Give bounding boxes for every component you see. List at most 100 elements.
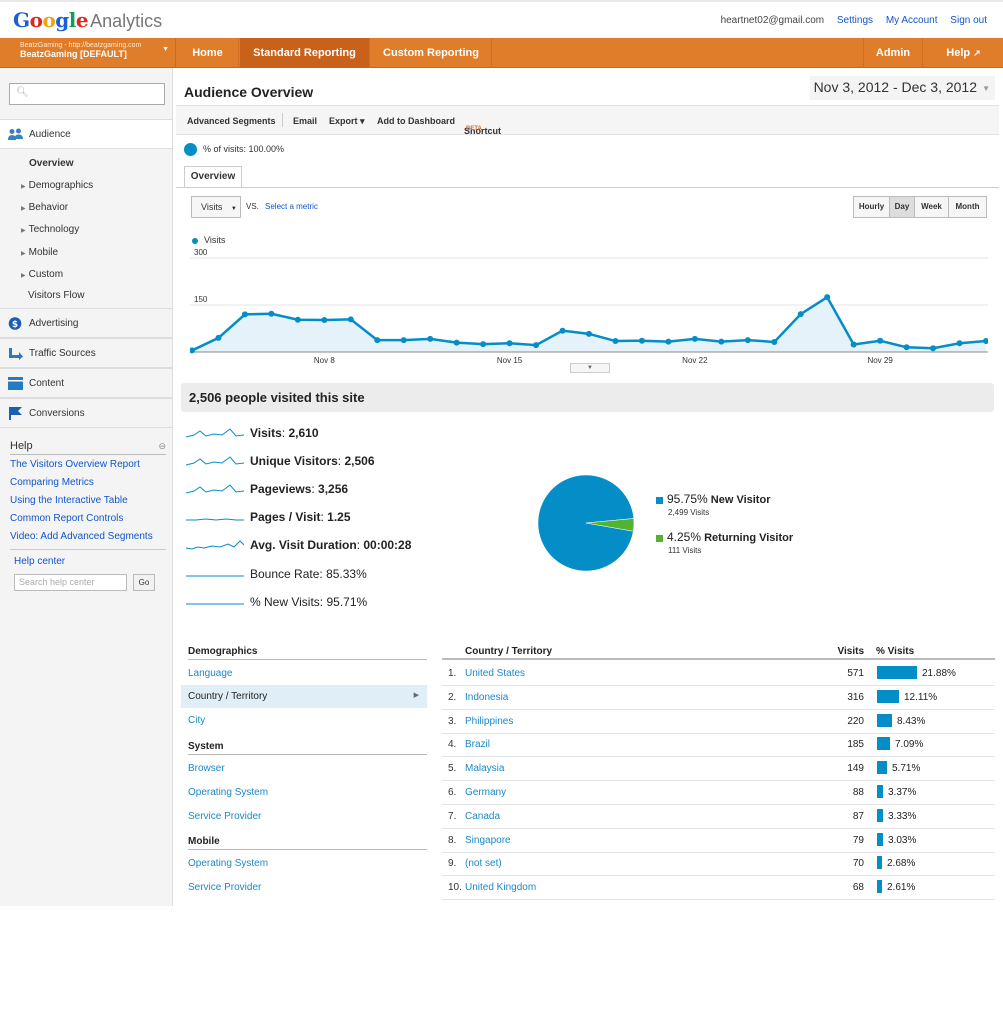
data-point[interactable] xyxy=(347,316,354,323)
visits-line-chart[interactable]: 150 300 Nov 8 Nov 15 Nov 22 Nov 29 xyxy=(190,248,988,366)
table-row[interactable]: 10. United Kingdom 68 2.61% xyxy=(442,876,995,901)
help-search-input[interactable]: Search help center xyxy=(14,574,127,591)
data-point[interactable] xyxy=(215,334,222,341)
row-country-link[interactable]: (not set) xyxy=(465,858,502,869)
table-row[interactable]: 6. Germany 88 3.37% xyxy=(442,781,995,805)
table-row[interactable]: 7. Canada 87 3.33% xyxy=(442,805,995,829)
row-country-link[interactable]: United Kingdom xyxy=(465,882,536,893)
system-provider-link[interactable]: Service Provider xyxy=(188,811,261,822)
nav-help[interactable]: Help ↗ xyxy=(924,38,1003,68)
data-point[interactable] xyxy=(718,338,725,345)
system-browser-link[interactable]: Browser xyxy=(188,763,225,774)
add-to-dashboard-button[interactable]: Add to Dashboard xyxy=(377,116,455,126)
table-row[interactable]: 2. Indonesia 316 12.11% xyxy=(442,686,995,710)
table-row[interactable]: 3. Philippines 220 8.43% xyxy=(442,710,995,734)
help-link[interactable]: Using the Interactive Table xyxy=(10,495,128,506)
data-point[interactable] xyxy=(268,310,275,317)
col-pct-visits-header[interactable]: % Visits xyxy=(876,646,914,657)
sidebar-sub-technology[interactable]: ▶ Technology xyxy=(21,224,79,235)
data-point[interactable] xyxy=(321,317,328,324)
visitor-type-pie-chart[interactable] xyxy=(536,473,636,573)
data-point[interactable] xyxy=(533,342,540,349)
data-point[interactable] xyxy=(665,338,672,345)
table-row[interactable]: 1. United States 571 21.88% xyxy=(442,662,995,686)
data-point[interactable] xyxy=(956,340,963,347)
data-point[interactable] xyxy=(294,316,301,323)
table-row[interactable]: 9. (not set) 70 2.68% xyxy=(442,852,995,877)
stat-visits[interactable]: Visits: 2,610 xyxy=(185,426,319,440)
stat-avg-visit-duration[interactable]: Avg. Visit Duration: 00:00:28 xyxy=(185,538,411,552)
export-button[interactable]: Export ▾ xyxy=(329,116,365,127)
granularity-day-button[interactable]: Day xyxy=(889,196,915,218)
help-link[interactable]: Comparing Metrics xyxy=(10,477,94,488)
data-point[interactable] xyxy=(480,341,487,348)
data-point[interactable] xyxy=(506,340,513,347)
data-point[interactable] xyxy=(797,311,804,318)
google-analytics-logo[interactable]: Google Analytics xyxy=(13,8,162,33)
collapse-icon[interactable]: ⊖ xyxy=(158,441,166,452)
data-point[interactable] xyxy=(771,338,778,345)
nav-standard-reporting[interactable]: Standard Reporting xyxy=(240,38,370,68)
help-center-link[interactable]: Help center xyxy=(14,556,65,567)
data-point[interactable] xyxy=(427,335,434,342)
stat-pages-visit[interactable]: Pages / Visit: 1.25 xyxy=(186,510,351,524)
data-point[interactable] xyxy=(559,327,566,334)
data-point[interactable] xyxy=(453,339,460,346)
row-country-link[interactable]: Canada xyxy=(465,811,500,822)
select-metric-link[interactable]: Select a metric xyxy=(265,202,318,211)
row-country-link[interactable]: Indonesia xyxy=(465,692,508,703)
data-point[interactable] xyxy=(691,335,698,342)
stat-pageviews[interactable]: Pageviews: 3,256 xyxy=(185,482,348,496)
table-row[interactable]: 4. Brazil 185 7.09% xyxy=(442,733,995,758)
sidebar-item-advertising[interactable]: $ Advertising xyxy=(0,308,172,338)
settings-link[interactable]: Settings xyxy=(837,15,873,26)
mobile-os-link[interactable]: Operating System xyxy=(188,858,268,869)
sidebar-sub-mobile[interactable]: ▶ Mobile xyxy=(21,247,58,258)
data-point[interactable] xyxy=(744,337,751,344)
sidebar-sub-overview[interactable]: Overview xyxy=(29,158,73,169)
help-link[interactable]: The Visitors Overview Report xyxy=(10,459,140,470)
nav-custom-reporting[interactable]: Custom Reporting xyxy=(371,38,492,68)
row-country-link[interactable]: Singapore xyxy=(465,835,511,846)
nav-admin[interactable]: Admin xyxy=(863,38,923,68)
chart-expander-handle[interactable]: ▼ xyxy=(570,363,610,373)
sidebar-item-conversions[interactable]: Conversions xyxy=(0,398,172,428)
nav-home[interactable]: Home xyxy=(177,38,239,68)
sidebar-item-traffic-sources[interactable]: Traffic Sources xyxy=(0,338,172,368)
mobile-provider-link[interactable]: Service Provider xyxy=(188,882,261,893)
demographics-city-link[interactable]: City xyxy=(188,715,205,726)
demographics-language-link[interactable]: Language xyxy=(188,668,233,679)
data-point[interactable] xyxy=(903,344,910,351)
data-point[interactable] xyxy=(824,294,831,301)
advanced-segments-button[interactable]: Advanced Segments xyxy=(187,116,276,126)
data-point[interactable] xyxy=(850,341,857,348)
granularity-week-button[interactable]: Week xyxy=(914,196,949,218)
demographics-country-selected[interactable]: Country / Territory ▶ xyxy=(181,685,427,708)
data-point[interactable] xyxy=(586,330,592,337)
sidebar-item-content[interactable]: Content xyxy=(0,368,172,398)
granularity-month-button[interactable]: Month xyxy=(948,196,987,218)
row-country-link[interactable]: United States xyxy=(465,668,525,679)
stat-unique-visitors[interactable]: Unique Visitors: 2,506 xyxy=(185,454,375,468)
data-point[interactable] xyxy=(930,345,937,352)
account-selector[interactable]: BeatzGaming - http://beatzgaming.com Bea… xyxy=(0,38,176,68)
col-visits-header[interactable]: Visits xyxy=(838,646,865,657)
sign-out-link[interactable]: Sign out xyxy=(950,15,987,26)
email-button[interactable]: Email xyxy=(293,116,317,126)
my-account-link[interactable]: My Account xyxy=(886,15,938,26)
sidebar-search-input[interactable]: 🔍︎ xyxy=(9,83,165,105)
row-country-link[interactable]: Philippines xyxy=(465,716,513,727)
system-os-link[interactable]: Operating System xyxy=(188,787,268,798)
row-country-link[interactable]: Germany xyxy=(465,787,506,798)
row-country-link[interactable]: Malaysia xyxy=(465,763,504,774)
stat-new-visits[interactable]: % New Visits: 95.71% xyxy=(186,595,367,609)
row-country-link[interactable]: Brazil xyxy=(465,739,490,750)
data-point[interactable] xyxy=(374,337,381,344)
help-go-button[interactable]: Go xyxy=(133,574,155,591)
table-row[interactable]: 8. Singapore 79 3.03% xyxy=(442,829,995,853)
data-point[interactable] xyxy=(241,311,248,318)
date-range-picker[interactable]: Nov 3, 2012 - Dec 3, 2012 ▼ xyxy=(809,76,995,100)
granularity-hourly-button[interactable]: Hourly xyxy=(853,196,890,218)
metric-dropdown[interactable]: Visits ▼ xyxy=(191,196,241,218)
table-row[interactable]: 5. Malaysia 149 5.71% xyxy=(442,757,995,782)
